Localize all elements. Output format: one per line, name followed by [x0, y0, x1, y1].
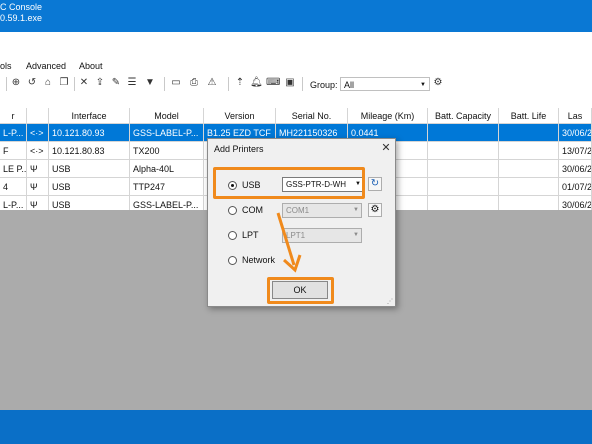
- menu-advanced[interactable]: Advanced: [26, 61, 66, 71]
- window-subtitle: 0.59.1.exe: [0, 13, 43, 23]
- cell-model: Alpha-40L: [130, 160, 204, 178]
- terminal-icon[interactable]: ▭: [170, 77, 182, 89]
- tool-icon[interactable]: ✕: [78, 77, 90, 89]
- up-arrow-icon[interactable]: ⇡: [234, 77, 246, 89]
- cell-batt-capacity: [428, 124, 499, 142]
- upload-icon[interactable]: ⇪: [94, 77, 106, 89]
- column-header[interactable]: r: [0, 108, 27, 124]
- toolbar: ⊕ ↺ ⌂ ❐ ✕ ⇪ ✎ ☰ ▼ ▭ ⎙ ⚠ ⇡ 🔔︎ ⌨ ▣ Group: …: [0, 74, 592, 94]
- arrow-icon: [276, 212, 302, 273]
- gear-icon[interactable]: ⚙: [432, 77, 444, 89]
- cell-model: TTP247: [130, 178, 204, 196]
- group-select[interactable]: All ▼: [340, 77, 430, 91]
- column-header-model[interactable]: Model: [130, 108, 204, 124]
- cell-batt-capacity: [428, 178, 499, 196]
- copy-icon[interactable]: ❐: [58, 77, 70, 89]
- cell-batt-capacity: [428, 142, 499, 160]
- cell-name: F: [0, 142, 27, 160]
- group-label: Group:: [310, 80, 338, 90]
- chevron-down-icon: ▼: [420, 82, 426, 88]
- cell-batt-life: [499, 124, 559, 142]
- toolbar-separator: [164, 77, 165, 91]
- column-header-serial[interactable]: Serial No.: [276, 108, 348, 124]
- menu-about[interactable]: About: [79, 61, 103, 71]
- cell-name: 4: [0, 178, 27, 196]
- toolbar-separator: [6, 77, 7, 91]
- bell-icon[interactable]: 🔔︎: [250, 77, 263, 89]
- cell-last: 01/07/2: [559, 178, 592, 196]
- column-header-version[interactable]: Version: [204, 108, 276, 124]
- cell-last: 13/07/2: [559, 142, 592, 160]
- cell-batt-life: [499, 160, 559, 178]
- cell-model: TX200: [130, 142, 204, 160]
- cell-last: 30/06/2: [559, 160, 592, 178]
- cell-interface: USB: [49, 178, 130, 196]
- desktop-background-top: C Console 0.59.1.exe: [0, 0, 592, 32]
- usb-icon: Ψ: [27, 160, 49, 178]
- chip-icon[interactable]: ▣: [284, 77, 296, 89]
- toolbar-separator: [74, 77, 75, 91]
- column-header-last[interactable]: Las: [559, 108, 592, 124]
- toolbar-separator: [302, 77, 303, 91]
- menu-bar: ols Advanced About: [0, 58, 592, 74]
- column-header-batt-life[interactable]: Batt. Life: [499, 108, 559, 124]
- cell-batt-life: [499, 178, 559, 196]
- crosshair-icon[interactable]: ⊕: [10, 77, 22, 89]
- edit-icon[interactable]: ✎: [110, 77, 122, 89]
- list-icon[interactable]: ☰: [126, 77, 138, 89]
- window-title: C Console: [0, 2, 43, 12]
- wifi-icon[interactable]: ▼: [144, 77, 156, 89]
- cell-name: L-P...: [0, 124, 27, 142]
- network-icon: <·>: [27, 142, 49, 160]
- column-header-interface[interactable]: Interface: [49, 108, 130, 124]
- group-select-value: All: [344, 80, 355, 90]
- network-icon: <·>: [27, 124, 49, 142]
- menu-tools[interactable]: ols: [0, 61, 12, 71]
- column-header-mileage[interactable]: Mileage (Km): [348, 108, 428, 124]
- cell-interface: USB: [49, 160, 130, 178]
- column-header-batt-capacity[interactable]: Batt. Capacity: [428, 108, 499, 124]
- printer-icon[interactable]: ⎙: [188, 77, 200, 89]
- cell-interface: 10.121.80.93: [49, 124, 130, 142]
- warning-icon[interactable]: ⚠: [206, 77, 218, 89]
- cell-batt-life: [499, 142, 559, 160]
- toolbar-separator: [228, 77, 229, 91]
- desktop-background-bottom: [0, 410, 592, 444]
- home-icon[interactable]: ⌂: [42, 77, 54, 89]
- cell-last: 30/06/2: [559, 124, 592, 142]
- cell-batt-capacity: [428, 160, 499, 178]
- add-printers-dialog: Add Printers ✕ USB GSS-PTR-D-WH ▼ ↻ COM …: [207, 138, 396, 307]
- usb-icon: Ψ: [27, 178, 49, 196]
- column-header[interactable]: [27, 108, 49, 124]
- cell-interface: 10.121.80.83: [49, 142, 130, 160]
- keyboard-icon[interactable]: ⌨: [266, 77, 280, 89]
- cell-name: LE P...: [0, 160, 27, 178]
- refresh-icon[interactable]: ↺: [26, 77, 38, 89]
- cell-model: GSS-LABEL-P...: [130, 124, 204, 142]
